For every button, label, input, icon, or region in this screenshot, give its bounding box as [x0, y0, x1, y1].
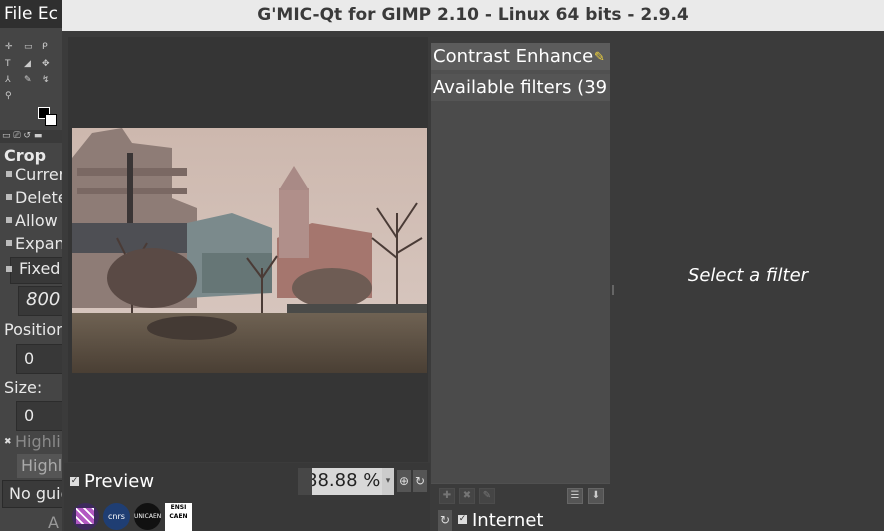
zoom-tool-icon[interactable]: ⚲: [5, 92, 14, 101]
filter-tree[interactable]: [431, 101, 610, 483]
zoom-stepper[interactable]: [298, 468, 312, 495]
internet-label: Internet: [472, 510, 544, 531]
bg-color-swatch[interactable]: [45, 114, 57, 126]
option-checkbox[interactable]: [6, 194, 12, 200]
panel-splitter[interactable]: [612, 285, 614, 295]
gimp-bottom-button[interactable]: A: [48, 513, 59, 531]
preview-label: Preview: [84, 471, 155, 492]
brush-icon[interactable]: ✎: [594, 50, 605, 65]
filter-search-text: Contrast Enhance: [433, 46, 594, 67]
option-label-allow: Allow: [15, 211, 58, 230]
filters-header[interactable]: Available filters (39: [431, 74, 610, 101]
unicaen-logo: UNICAEN: [134, 503, 161, 530]
size-label: Size:: [4, 378, 43, 397]
guides-dropdown-value: No guid: [9, 484, 64, 503]
position-label: Position: [4, 320, 64, 339]
rect-select-icon[interactable]: ▭: [24, 43, 33, 52]
option-checkbox[interactable]: [6, 240, 12, 246]
refresh-preview-icon[interactable]: ↻: [413, 470, 427, 492]
option-checkbox[interactable]: [6, 171, 12, 177]
filters-header-text: Available filters (39: [433, 77, 608, 98]
add-fave-icon[interactable]: ✚: [439, 488, 455, 504]
cnrs-logo: cnrs: [103, 503, 130, 530]
zoom-in-icon[interactable]: ⊕: [397, 470, 411, 492]
clone-tool-icon[interactable]: ⅄: [5, 76, 14, 85]
dock-tabs[interactable]: ▭ ⎚ ↺ ▬: [0, 130, 64, 143]
select-filter-message: Select a filter: [687, 265, 809, 286]
refresh-icon[interactable]: ↻: [438, 510, 452, 531]
highlight-checkbox[interactable]: ✖: [4, 437, 12, 447]
text-tool-icon[interactable]: T: [5, 60, 14, 69]
move-tool-icon[interactable]: ✛: [5, 43, 14, 52]
lasso-icon[interactable]: ᑭ: [42, 43, 51, 52]
fixed-value: 800: [26, 289, 61, 310]
gmic-logo-mark: [76, 508, 94, 524]
paint-tool-icon[interactable]: ✎: [24, 76, 33, 85]
path-tool-icon[interactable]: ↯: [42, 76, 51, 85]
list-icon[interactable]: ☰: [567, 488, 583, 504]
zoom-dropdown-icon[interactable]: ▾: [382, 468, 394, 495]
option-label-expand: Expan: [15, 234, 64, 253]
preview-checkbox[interactable]: ✓: [70, 477, 79, 486]
option-checkbox[interactable]: [6, 217, 12, 223]
smudge-tool-icon[interactable]: ✥: [42, 60, 51, 69]
tool-options-title: Crop: [4, 146, 47, 165]
remove-fave-icon[interactable]: ✖: [459, 488, 475, 504]
preview-image: [72, 128, 427, 373]
option-label-current: Curren: [15, 165, 64, 184]
download-icon[interactable]: ⬇: [588, 488, 604, 504]
rename-fave-icon[interactable]: ✎: [479, 488, 495, 504]
gimp-background-window: File Ec ✛ ▭ ᑭ T ◢ ✥ ⅄ ✎ ↯ ⚲ ▭ ⎚ ↺ ▬ Crop…: [0, 0, 64, 531]
zoom-value: 88.88 %: [312, 470, 381, 491]
internet-checkbox[interactable]: ✓: [458, 515, 467, 524]
zoom-field[interactable]: 88.88 %: [312, 468, 382, 495]
size-value: 0: [24, 406, 35, 425]
filter-search-field[interactable]: Contrast Enhance: [431, 43, 610, 70]
fixed-checkbox[interactable]: [6, 266, 12, 272]
bucket-tool-icon[interactable]: ◢: [24, 60, 33, 69]
dialog-title: G'MIC-Qt for GIMP 2.10 - Linux 64 bits -…: [257, 5, 689, 25]
highlight-dropdown-value: Highl: [21, 456, 63, 475]
position-value: 0: [24, 349, 35, 368]
ensicaen-logo: ENSI CAEN: [165, 503, 192, 531]
highlight-label: Highli: [15, 432, 61, 451]
option-label-delete: Delete: [15, 188, 64, 207]
fixed-label: Fixed: [19, 259, 61, 278]
gimp-menubar[interactable]: File Ec: [0, 0, 64, 28]
